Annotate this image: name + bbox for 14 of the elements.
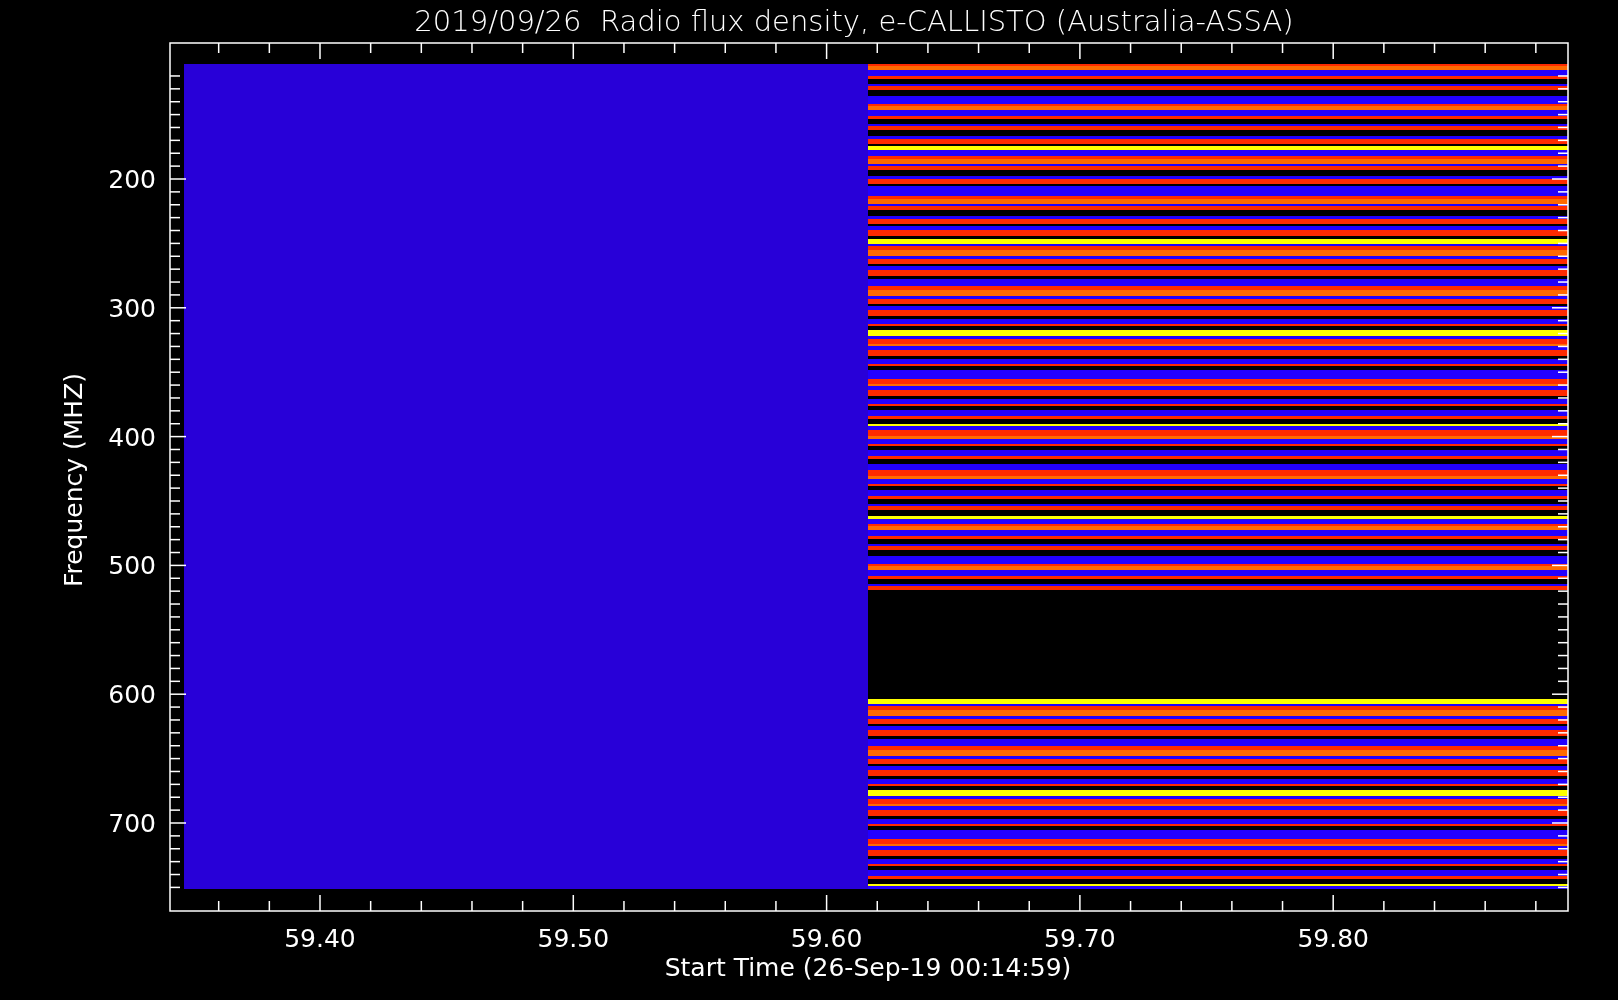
axis-tick-label: 500 bbox=[108, 551, 156, 581]
axis-tick-label: 59.60 bbox=[790, 924, 863, 953]
chart-title: 2019/09/26 Radio flux density, e-CALLISTO (Australia-ASSA) bbox=[414, 4, 1294, 38]
axis-tick-label: 59.80 bbox=[1297, 924, 1369, 953]
axis-tick-label: 300 bbox=[108, 293, 156, 323]
axis-tick-label: 400 bbox=[108, 422, 156, 452]
axis-tick-label: 59.40 bbox=[284, 924, 356, 953]
axis-tick-label: 59.70 bbox=[1044, 924, 1116, 953]
x-axis-label: Start Time (26-Sep-19 00:14:59) bbox=[664, 953, 1072, 982]
axis-tick-label: 700 bbox=[108, 809, 156, 838]
y-axis-label: Frequency (MHZ) bbox=[59, 372, 88, 588]
axis-tick-label: 600 bbox=[108, 680, 156, 710]
axis-tick-label: 200 bbox=[108, 165, 156, 194]
axis-tick-label: 59.50 bbox=[537, 924, 610, 953]
